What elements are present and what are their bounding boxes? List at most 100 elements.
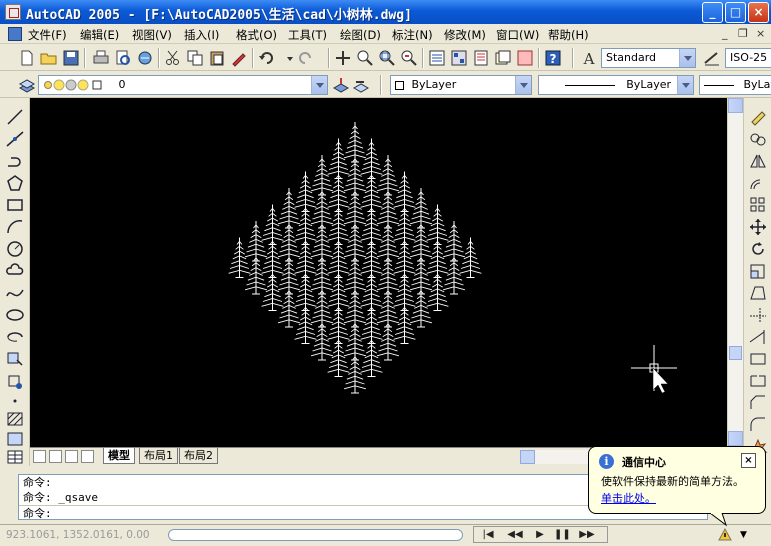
document-icon[interactable] xyxy=(8,27,22,41)
chevron-down-icon[interactable] xyxy=(311,76,327,94)
scroll-up-button[interactable] xyxy=(728,98,743,113)
trim-icon[interactable] xyxy=(748,306,768,324)
break-at-point-icon[interactable] xyxy=(748,350,768,368)
menu-file[interactable]: 文件(F) xyxy=(28,27,67,43)
polygon-icon[interactable] xyxy=(5,174,25,192)
hatch-icon[interactable] xyxy=(5,410,25,428)
line-icon[interactable] xyxy=(5,108,25,126)
markup-set-icon[interactable] xyxy=(516,49,534,67)
save-icon[interactable] xyxy=(62,49,80,67)
insert-block-icon[interactable] xyxy=(5,350,25,368)
menu-dimension[interactable]: 标注(N) xyxy=(392,27,433,43)
dimension-style-icon[interactable] xyxy=(703,49,721,67)
break-icon[interactable] xyxy=(748,372,768,390)
sheet-set-icon[interactable] xyxy=(494,49,512,67)
tab-layout2[interactable]: 布局2 xyxy=(179,448,218,464)
copy-icon[interactable] xyxy=(186,49,204,67)
fast-forward-button[interactable]: ▶▶ xyxy=(576,528,598,541)
scroll-thumb[interactable] xyxy=(729,346,742,360)
tab-layout1[interactable]: 布局1 xyxy=(139,448,178,464)
status-menu-arrow-icon[interactable]: ▼ xyxy=(740,530,747,540)
text-style-select[interactable]: Standard xyxy=(601,48,696,68)
next-tab-icon[interactable] xyxy=(65,450,78,463)
region-icon[interactable] xyxy=(5,430,25,448)
zoom-window-icon[interactable] xyxy=(378,49,396,67)
ellipse-arc-icon[interactable] xyxy=(5,328,25,346)
stretch-icon[interactable] xyxy=(748,284,768,302)
rewind-start-button[interactable]: |◀ xyxy=(478,528,498,541)
new-file-icon[interactable] xyxy=(18,49,36,67)
menu-modify[interactable]: 修改(M) xyxy=(444,27,486,43)
lineweight-select[interactable]: ByLay xyxy=(699,75,771,95)
print-icon[interactable] xyxy=(92,49,110,67)
copy-object-icon[interactable] xyxy=(748,130,768,148)
previous-tab-icon[interactable] xyxy=(49,450,62,463)
pause-button[interactable]: ❚❚ xyxy=(554,528,571,541)
linetype-select[interactable]: ByLayer xyxy=(538,75,694,95)
plot-preview-icon[interactable] xyxy=(114,49,132,67)
drawing-area[interactable] xyxy=(30,98,727,447)
fillet-icon[interactable] xyxy=(748,416,768,434)
rewind-button[interactable]: ◀◀ xyxy=(504,528,526,541)
menu-view[interactable]: 视图(V) xyxy=(132,27,172,43)
array-icon[interactable] xyxy=(748,196,768,214)
chamfer-icon[interactable] xyxy=(748,394,768,412)
dimension-style-select[interactable]: ISO-25 xyxy=(725,48,771,68)
menu-edit[interactable]: 编辑(E) xyxy=(80,27,119,43)
point-icon[interactable] xyxy=(5,392,25,410)
polyline-icon[interactable] xyxy=(5,152,25,170)
minimize-button[interactable]: _ xyxy=(702,2,723,23)
play-button[interactable]: ▶ xyxy=(532,528,548,541)
move-icon[interactable] xyxy=(748,218,768,236)
menu-tools[interactable]: 工具(T) xyxy=(288,27,327,43)
arc-icon[interactable] xyxy=(5,218,25,236)
spline-icon[interactable] xyxy=(5,284,25,302)
menu-window[interactable]: 窗口(W) xyxy=(496,27,539,43)
design-center-icon[interactable] xyxy=(450,49,468,67)
zoom-previous-icon[interactable] xyxy=(400,49,418,67)
menu-draw[interactable]: 绘图(D) xyxy=(340,27,381,43)
vertical-scrollbar[interactable] xyxy=(727,98,743,447)
scroll-left-button[interactable] xyxy=(520,450,535,464)
zoom-realtime-icon[interactable] xyxy=(356,49,374,67)
scroll-down-button[interactable] xyxy=(728,431,743,446)
chevron-down-icon[interactable] xyxy=(677,76,693,94)
offset-icon[interactable] xyxy=(748,174,768,192)
close-button[interactable]: × xyxy=(748,2,769,23)
extend-icon[interactable] xyxy=(748,328,768,346)
open-folder-icon[interactable] xyxy=(40,49,58,67)
construction-line-icon[interactable] xyxy=(5,130,25,148)
rectangle-icon[interactable] xyxy=(5,196,25,214)
undo-icon[interactable] xyxy=(258,49,276,67)
ellipse-icon[interactable] xyxy=(5,306,25,324)
circle-icon[interactable] xyxy=(5,240,25,258)
balloon-close-button[interactable]: × xyxy=(741,453,756,468)
layer-previous-icon[interactable] xyxy=(352,76,370,94)
scale-icon[interactable] xyxy=(748,262,768,280)
menu-format[interactable]: 格式(O) xyxy=(236,27,277,43)
doc-close-button[interactable]: × xyxy=(756,27,765,40)
color-select[interactable]: ByLayer xyxy=(390,75,532,95)
tool-palettes-icon[interactable] xyxy=(472,49,490,67)
properties-icon[interactable] xyxy=(428,49,446,67)
text-style-icon[interactable]: A xyxy=(580,49,598,67)
menu-insert[interactable]: 插入(I) xyxy=(184,27,219,43)
doc-restore-button[interactable]: ❐ xyxy=(738,27,748,40)
mirror-icon[interactable] xyxy=(748,152,768,170)
menu-help[interactable]: 帮助(H) xyxy=(548,27,589,43)
make-block-icon[interactable] xyxy=(5,372,25,390)
communication-center-icon[interactable] xyxy=(718,527,732,541)
cut-icon[interactable] xyxy=(164,49,182,67)
revision-cloud-icon[interactable] xyxy=(5,262,25,280)
layer-select[interactable]: 0 xyxy=(38,75,328,95)
doc-minimize-button[interactable]: _ xyxy=(722,27,728,40)
maximize-button[interactable]: □ xyxy=(725,2,746,23)
help-icon[interactable]: ? xyxy=(544,49,562,67)
erase-icon[interactable] xyxy=(748,108,768,126)
publish-icon[interactable] xyxy=(136,49,154,67)
first-tab-icon[interactable] xyxy=(33,450,46,463)
make-object-layer-current-icon[interactable] xyxy=(332,76,350,94)
layer-manager-icon[interactable] xyxy=(18,76,36,94)
balloon-link[interactable]: 单击此处。 xyxy=(601,490,656,506)
redo-icon[interactable] xyxy=(296,49,314,67)
